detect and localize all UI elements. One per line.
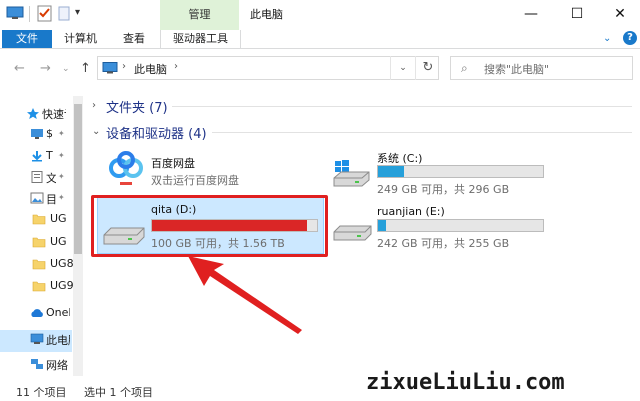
picture-icon bbox=[30, 192, 44, 204]
back-button[interactable]: ← bbox=[14, 61, 25, 76]
close-button[interactable]: ✕ bbox=[600, 0, 640, 30]
device-description: 242 GB 可用，共 255 GB bbox=[377, 237, 510, 250]
sidebar-item-label: 快速讠 bbox=[42, 108, 66, 121]
up-button[interactable]: ↑ bbox=[80, 61, 91, 76]
network-icon bbox=[31, 359, 43, 369]
device-name: ruanjian (E:) bbox=[377, 205, 445, 218]
group-divider bbox=[212, 132, 632, 133]
baidu-netdisk-icon bbox=[109, 151, 143, 185]
system-drive-icon bbox=[333, 160, 370, 187]
folder-icon bbox=[32, 259, 46, 270]
storage-usage-bar bbox=[377, 219, 544, 232]
sidebar-item-label: $ bbox=[46, 127, 53, 140]
sidebar-item-document[interactable]: ✦ 文 bbox=[0, 168, 72, 188]
sidebar-item-network[interactable]: 网络 bbox=[0, 355, 72, 375]
sidebar-item-label: T bbox=[46, 149, 53, 162]
star-icon bbox=[27, 108, 39, 119]
sidebar-item-folder[interactable]: UG bbox=[0, 210, 72, 230]
forward-button[interactable]: → bbox=[40, 61, 51, 76]
desktop-icon bbox=[31, 129, 43, 139]
status-item-count: 11 个项目 bbox=[16, 386, 67, 399]
device-name: 百度网盘 bbox=[151, 157, 195, 170]
status-selected-count: 选中 1 个项目 bbox=[84, 386, 153, 399]
breadcrumb-this-pc[interactable]: 此电脑 bbox=[134, 61, 167, 77]
sidebar-item-label: UG9 bbox=[50, 279, 74, 292]
sidebar-item-label: OneD bbox=[46, 306, 70, 319]
sidebar-item-folder[interactable]: UG9 bbox=[0, 277, 74, 297]
breadcrumb-chevron-icon[interactable]: › bbox=[122, 61, 126, 72]
sidebar-item-folder[interactable]: UG bbox=[0, 233, 72, 253]
folder-icon bbox=[32, 281, 46, 292]
customize-toolbar-icon[interactable]: ▾ bbox=[75, 7, 80, 18]
refresh-icon[interactable]: ↻ bbox=[415, 56, 440, 80]
expand-ribbon-icon[interactable]: ⌄ bbox=[603, 33, 611, 44]
sidebar-item-folder[interactable]: UG8 bbox=[0, 255, 74, 275]
sidebar-item-picture[interactable]: ✦ 目 bbox=[0, 189, 72, 209]
computer-icon bbox=[30, 333, 44, 344]
sidebar-item-cloud[interactable]: OneD bbox=[0, 304, 72, 324]
address-dropdown-icon[interactable]: ⌄ bbox=[390, 56, 415, 80]
pin-icon: ✦ bbox=[58, 129, 65, 138]
chevron-down-icon[interactable]: ⌄ bbox=[92, 126, 100, 137]
sidebar-item-star[interactable]: 快速讠 bbox=[0, 104, 72, 124]
search-placeholder: 搜索"此电脑" bbox=[484, 63, 550, 76]
tab-file[interactable]: 文件 bbox=[2, 30, 52, 48]
chevron-right-icon[interactable]: › bbox=[92, 100, 96, 111]
maximize-button[interactable]: ☐ bbox=[554, 0, 600, 30]
sidebar-item-label: UG bbox=[50, 235, 67, 248]
annotation-highlight-box bbox=[91, 195, 328, 257]
help-icon[interactable]: ? bbox=[623, 31, 637, 45]
group-header-folders[interactable]: 文件夹 (7) bbox=[106, 97, 168, 116]
group-header-devices[interactable]: 设备和驱动器 (4) bbox=[106, 123, 207, 142]
sidebar-item-label: 网络 bbox=[46, 359, 68, 372]
device-description: 249 GB 可用，共 296 GB bbox=[377, 183, 510, 196]
sidebar-item-computer[interactable]: 此电脑 bbox=[0, 330, 72, 350]
tab-computer[interactable]: 计算机 bbox=[64, 30, 97, 48]
sidebar-item-label: 此电脑 bbox=[46, 334, 70, 347]
storage-usage-fill bbox=[378, 166, 404, 177]
annotation-arrow bbox=[188, 256, 302, 334]
context-tab-header: 管理 bbox=[160, 0, 239, 30]
new-folder-icon[interactable] bbox=[58, 6, 70, 21]
storage-usage-fill bbox=[378, 220, 386, 231]
minimize-button[interactable]: — bbox=[508, 0, 554, 30]
sidebar-item-label: 文 bbox=[46, 172, 56, 185]
computer-icon[interactable] bbox=[6, 6, 24, 20]
tab-drive-tools[interactable]: 驱动器工具 bbox=[160, 30, 241, 48]
device-description: 双击运行百度网盘 bbox=[151, 174, 239, 187]
nav-scrollbar-thumb[interactable] bbox=[74, 104, 82, 254]
folder-icon bbox=[32, 237, 46, 248]
pin-icon: ✦ bbox=[58, 172, 65, 181]
sidebar-item-label: UG bbox=[50, 212, 67, 225]
computer-icon bbox=[102, 62, 118, 74]
tab-view[interactable]: 查看 bbox=[123, 30, 145, 48]
search-icon: ⌕ bbox=[461, 61, 468, 75]
pin-icon: ✦ bbox=[58, 151, 65, 160]
properties-icon[interactable] bbox=[37, 5, 52, 22]
group-divider bbox=[172, 106, 632, 107]
document-icon bbox=[31, 171, 43, 183]
drive-icon bbox=[333, 225, 372, 241]
sidebar-item-label: UG8 bbox=[50, 257, 74, 270]
download-icon bbox=[32, 151, 42, 162]
device-name: 系统 (C:) bbox=[377, 152, 423, 165]
toolbar-separator bbox=[29, 6, 30, 22]
sidebar-item-download[interactable]: ✦ T bbox=[0, 147, 72, 167]
sidebar-item-desktop[interactable]: ✦ $ bbox=[0, 125, 72, 145]
recent-locations-icon[interactable]: ⌄ bbox=[62, 64, 70, 74]
sidebar-item-label: 目 bbox=[46, 193, 56, 206]
watermark-logo: zixueLiuLiu.com bbox=[366, 370, 565, 395]
folder-icon bbox=[32, 214, 46, 225]
cloud-icon bbox=[31, 309, 43, 317]
breadcrumb-chevron-icon[interactable]: › bbox=[174, 61, 178, 72]
storage-usage-bar bbox=[377, 165, 544, 178]
pin-icon: ✦ bbox=[58, 193, 65, 202]
window-title: 此电脑 bbox=[250, 8, 283, 21]
